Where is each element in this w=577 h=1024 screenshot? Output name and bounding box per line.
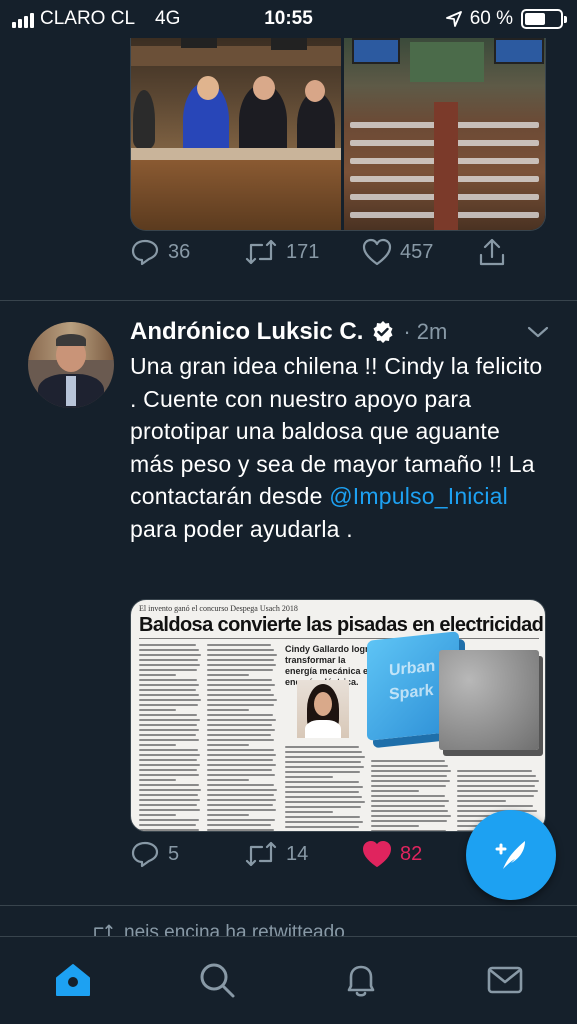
reply-icon: [131, 841, 159, 868]
like-icon: [363, 841, 391, 867]
newspaper-column: [139, 644, 201, 831]
tile-text: Urban: [389, 657, 436, 680]
search-icon: [200, 963, 235, 998]
tab-messages[interactable]: [484, 959, 526, 1001]
tab-search[interactable]: [196, 959, 238, 1001]
newspaper-headline: Baldosa convierte las pisadas en electri…: [139, 614, 544, 636]
like-icon: [362, 238, 392, 266]
author-name[interactable]: Andrónico Luksic C.: [130, 318, 363, 346]
retweet-count: 171: [286, 240, 320, 263]
mention-link[interactable]: @Impulso_Inicial: [329, 483, 508, 509]
newspaper-kicker: El invento ganó el concurso Despega Usac…: [139, 604, 298, 613]
tweet-media-gallery[interactable]: [130, 38, 546, 231]
reply-icon: [131, 239, 159, 266]
home-icon: [56, 964, 90, 996]
like-count: 82: [400, 842, 423, 865]
congress-photo-left[interactable]: [131, 38, 341, 230]
status-bar: CLARO CL 4G 10:55 60 %: [0, 0, 577, 38]
notifications-icon: [347, 965, 375, 997]
retweet-icon: [245, 841, 277, 867]
reply-button[interactable]: 5: [130, 840, 179, 868]
retweet-button[interactable]: 171: [244, 239, 319, 265]
retweet-button[interactable]: 14: [244, 841, 308, 867]
share-button[interactable]: [478, 237, 506, 267]
battery-percent: 60 %: [469, 8, 513, 29]
congress-photo-right[interactable]: [344, 38, 545, 230]
tweet-text-part: para poder ayudarla .: [130, 515, 353, 542]
retweet-count: 14: [286, 842, 309, 865]
share-icon: [479, 238, 505, 266]
compose-button[interactable]: [466, 810, 556, 900]
grey-tile: [439, 650, 539, 750]
tweet-header: Andrónico Luksic C. · 2m: [130, 318, 447, 346]
newspaper-portrait: [297, 680, 349, 738]
reply-count: 36: [168, 240, 191, 263]
verified-badge-icon: [373, 321, 393, 343]
tab-home[interactable]: [52, 959, 94, 1001]
newspaper-column: [371, 760, 451, 831]
battery-icon: [521, 9, 567, 29]
messages-icon: [487, 966, 523, 994]
like-button[interactable]: 82: [362, 840, 422, 868]
avatar[interactable]: [28, 322, 114, 408]
compose-icon: [495, 841, 525, 869]
tweet-timestamp: · 2m: [403, 319, 448, 344]
like-button[interactable]: 457: [362, 238, 433, 266]
newspaper-column: [207, 644, 277, 831]
bottom-nav: [0, 936, 577, 1024]
newspaper-column: [285, 746, 365, 831]
reply-button[interactable]: 36: [130, 238, 190, 266]
like-count: 457: [400, 240, 434, 263]
tweet-divider: [0, 905, 577, 906]
retweet-icon: [245, 239, 277, 265]
tweet-text: Una gran idea chilena !! Cindy la felici…: [130, 350, 550, 545]
reply-count: 5: [168, 842, 180, 865]
tweet-divider: [0, 300, 577, 301]
more-chevron-icon[interactable]: [526, 324, 550, 340]
tweet-image[interactable]: El invento ganó el concurso Despega Usac…: [130, 599, 546, 832]
location-arrow-icon: [445, 11, 462, 27]
newspaper-rule: [139, 638, 539, 639]
tile-text: Spark: [389, 681, 434, 704]
tab-notifications[interactable]: [340, 959, 382, 1001]
